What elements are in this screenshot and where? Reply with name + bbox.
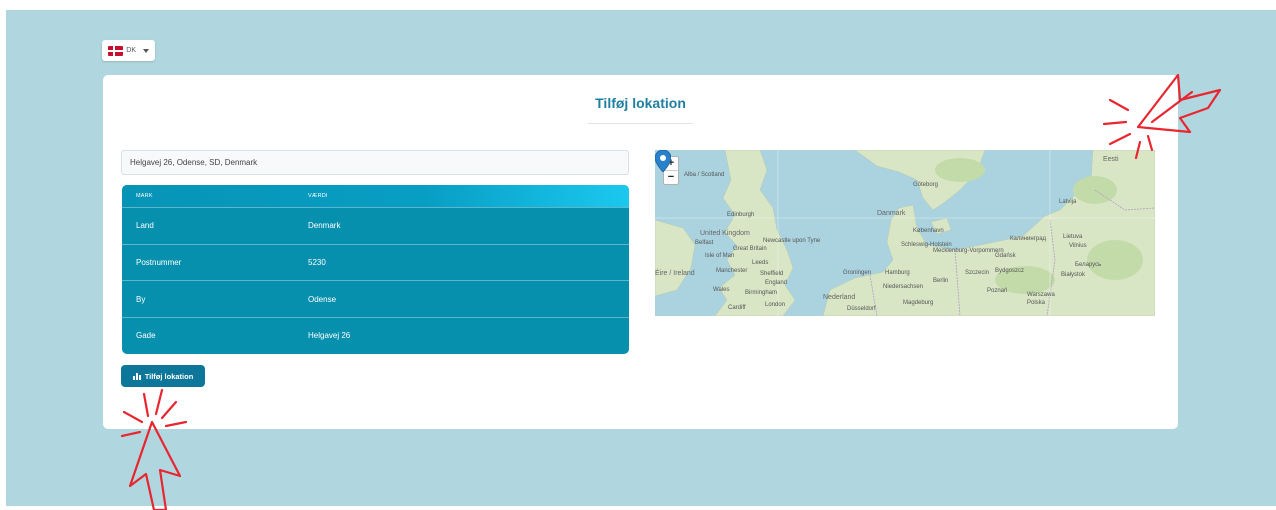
map-label: Groningen xyxy=(843,270,872,276)
table-header: MARK VÆRDI xyxy=(122,185,629,207)
page-background: DK Tilføj lokation MARK VÆRDI Land Denma… xyxy=(6,10,1276,506)
map-label: Belfast xyxy=(695,240,714,246)
location-card: Tilføj lokation MARK VÆRDI Land Denmark … xyxy=(103,75,1178,429)
sitemap-icon xyxy=(132,372,141,380)
map-label: Białystok xyxy=(1061,272,1086,278)
map-label: Latvija xyxy=(1059,199,1077,205)
caret-down-icon xyxy=(143,48,149,53)
denmark-flag-icon xyxy=(108,45,125,56)
map-label: Gdańsk xyxy=(995,253,1016,259)
address-details-table: MARK VÆRDI Land Denmark Postnummer 5230 … xyxy=(122,185,629,354)
language-selector[interactable]: DK xyxy=(102,40,155,61)
row-label: Postnummer xyxy=(136,258,182,268)
row-label: Gade xyxy=(136,331,156,341)
map-label: Nederland xyxy=(823,294,856,301)
address-input[interactable] xyxy=(121,150,629,175)
map-label: Wales xyxy=(713,287,730,293)
language-code: DK xyxy=(126,47,136,54)
map-label: Bydgoszcz xyxy=(995,268,1025,274)
row-value: 5230 xyxy=(308,258,326,268)
map-label: Berlin xyxy=(933,278,949,284)
map-label: Manchester xyxy=(716,268,748,274)
map-label: Alba / Scotland xyxy=(684,172,725,178)
table-row: By Odense xyxy=(122,280,629,317)
map-view[interactable]: + − Alba / Scotland Edinburgh United Kin… xyxy=(655,150,1155,316)
map-label: Eesti xyxy=(1103,156,1119,163)
page-title: Tilføj lokation xyxy=(595,95,686,111)
map-label: Калининград xyxy=(1010,236,1047,242)
map-label: United Kingdom xyxy=(700,230,750,237)
row-label: Land xyxy=(136,221,154,231)
map-label: Cardiff xyxy=(728,305,746,311)
map-label: London xyxy=(765,302,786,308)
location-marker-icon[interactable] xyxy=(655,150,671,172)
row-value: Helgavej 26 xyxy=(308,331,351,341)
map-label: Vilnius xyxy=(1069,243,1087,249)
row-value: Denmark xyxy=(308,221,341,231)
map-label: København xyxy=(913,228,944,234)
map-label: Mecklenburg-Vorpommern xyxy=(933,248,1004,254)
map-label: Polska xyxy=(1027,300,1046,306)
row-label: By xyxy=(136,294,146,304)
title-divider xyxy=(588,123,693,124)
map-label: Magdeburg xyxy=(903,300,934,306)
map-label: Niedersachsen xyxy=(883,284,924,290)
map-label: Birmingham xyxy=(745,290,778,296)
map-label: Isle of Man xyxy=(705,253,735,259)
column-header-mark: MARK xyxy=(136,193,153,199)
map-label: Szczecin xyxy=(965,270,990,276)
map-label: Sheffield xyxy=(760,271,784,277)
row-value: Odense xyxy=(308,294,337,304)
table-row: Postnummer 5230 xyxy=(122,243,629,281)
map-label: Poznań xyxy=(987,288,1008,294)
zoom-out-button[interactable]: − xyxy=(664,170,678,184)
add-location-button[interactable]: Tilføj lokation xyxy=(121,365,205,387)
map-label: Great Britain xyxy=(733,246,767,252)
map-label: England xyxy=(765,280,788,286)
map-label: Leeds xyxy=(752,260,769,266)
map-label: Warszawa xyxy=(1027,292,1055,298)
table-row: Land Denmark xyxy=(122,207,629,244)
map-label: Edinburgh xyxy=(727,212,755,218)
add-location-label: Tilføj lokation xyxy=(144,371,194,381)
column-header-value: VÆRDI xyxy=(308,193,328,199)
map-label: Lietuva xyxy=(1063,234,1083,240)
map-label: Göteborg xyxy=(913,182,939,188)
map-label: Hamburg xyxy=(885,270,910,276)
table-row: Gade Helgavej 26 xyxy=(122,317,629,354)
map-label: Düsseldorf xyxy=(847,306,876,312)
map-label: Newcastle upon Tyne xyxy=(763,238,821,244)
map-label: Беларусь xyxy=(1075,262,1102,268)
map-label: Éire / Ireland xyxy=(655,270,695,277)
map-label: Danmark xyxy=(877,210,906,217)
